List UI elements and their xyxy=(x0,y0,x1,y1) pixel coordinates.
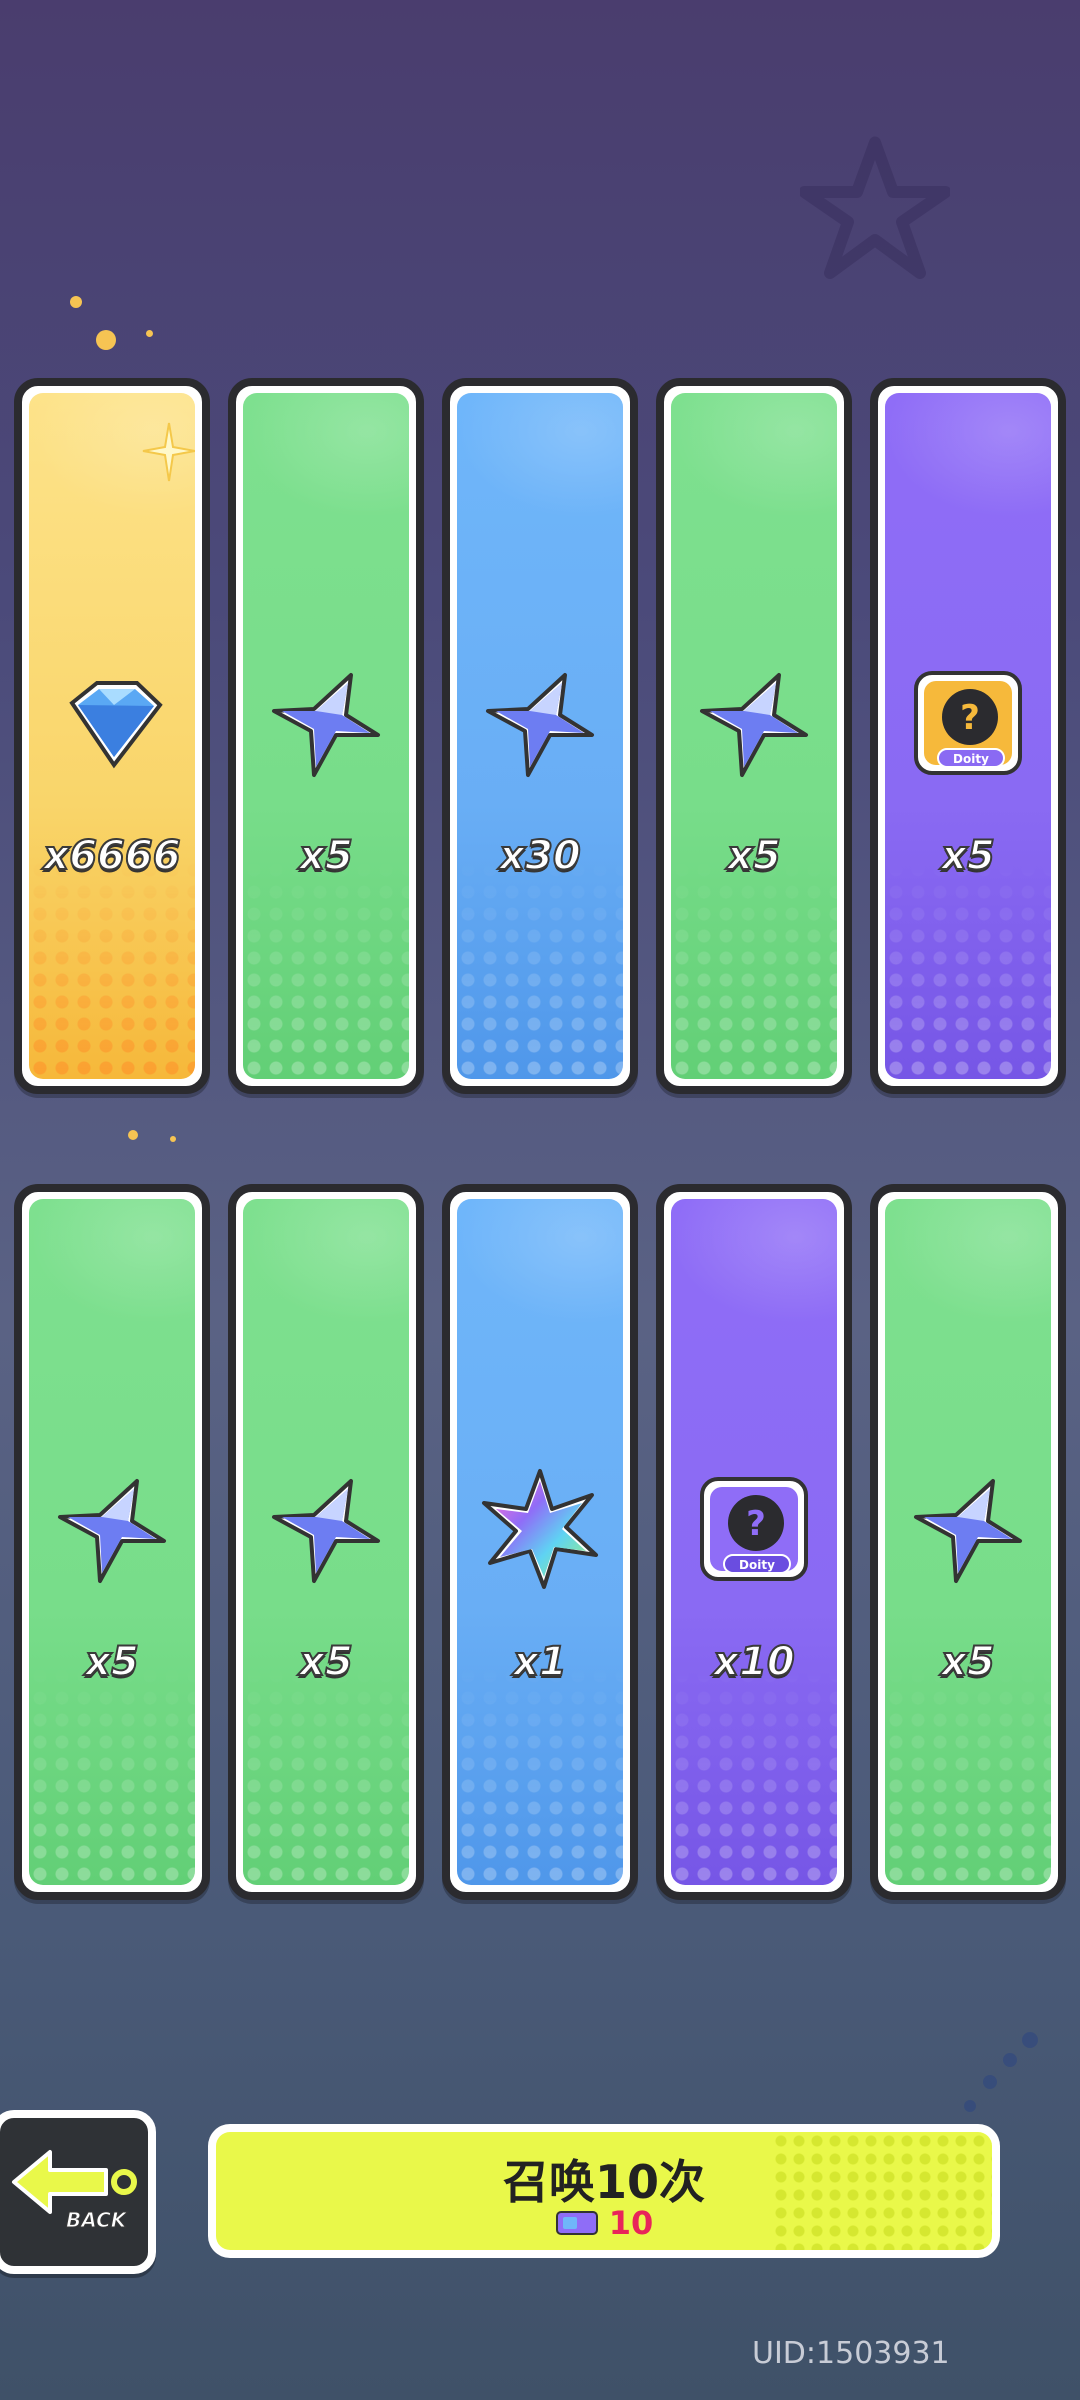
mystery-card-icon: ? Doity xyxy=(914,671,1022,775)
star-shard-icon xyxy=(914,1479,1022,1583)
reward-card[interactable]: x1 xyxy=(442,1184,638,1900)
reward-card[interactable]: x5 xyxy=(656,378,852,1094)
reward-card[interactable]: x5 xyxy=(228,378,424,1094)
mystery-badge-text: Doity xyxy=(953,752,989,766)
mystery-badge-text: Doity xyxy=(739,1558,775,1572)
diamond-icon xyxy=(69,681,163,769)
reward-row-2: x5 x5 x1 ? Doity x10 x5 xyxy=(14,1184,1066,1900)
reward-card[interactable]: ? Doity x10 xyxy=(656,1184,852,1900)
reward-quantity: x5 xyxy=(84,1638,140,1686)
sparkle-dot xyxy=(170,1136,176,1142)
sparkle-dot xyxy=(70,296,82,308)
background-star-icon xyxy=(800,136,950,279)
sparkle-dot xyxy=(146,330,153,337)
reward-card[interactable]: x6666 xyxy=(14,378,210,1094)
star-shard-icon xyxy=(58,1479,166,1583)
back-button[interactable]: BACK xyxy=(0,2110,156,2274)
summon-cost-value: 10 xyxy=(608,2204,654,2242)
reward-card[interactable]: x5 xyxy=(228,1184,424,1900)
summon-10-button[interactable]: 召唤10次 10 xyxy=(208,2124,1000,2258)
back-label: BACK xyxy=(65,2208,127,2233)
reward-quantity: x30 xyxy=(498,832,581,880)
sparkle-dot xyxy=(128,1130,138,1140)
reward-card[interactable]: x30 xyxy=(442,378,638,1094)
reward-card[interactable]: x5 xyxy=(870,1184,1066,1900)
summon-cost: 10 xyxy=(216,2204,992,2242)
star-shard-icon xyxy=(700,673,808,777)
reward-quantity: x5 xyxy=(298,832,354,880)
svg-text:?: ? xyxy=(746,1504,766,1544)
star-shard-icon xyxy=(272,1479,380,1583)
reward-quantity: x10 xyxy=(712,1638,795,1686)
reward-card[interactable]: x5 xyxy=(14,1184,210,1900)
svg-text:?: ? xyxy=(960,698,980,738)
sparkle-icon xyxy=(142,422,195,482)
star-shard-icon xyxy=(272,673,380,777)
reward-quantity: x5 xyxy=(298,1638,354,1686)
star-shard-icon xyxy=(486,673,594,777)
reward-quantity: x5 xyxy=(940,1638,996,1686)
reward-card[interactable]: ? Doity x5 xyxy=(870,378,1066,1094)
reward-quantity: x5 xyxy=(940,832,996,880)
user-id: UID:1503931 xyxy=(752,2336,950,2371)
reward-quantity: x6666 xyxy=(42,832,181,880)
reward-quantity: x5 xyxy=(726,832,782,880)
summon-label: 召唤10次 xyxy=(502,2155,705,2209)
reward-row-1: x6666 x5 x30 x5 ? Doity x5 xyxy=(14,378,1066,1094)
reward-quantity: x1 xyxy=(512,1638,568,1686)
sparkle-dot xyxy=(96,330,116,350)
mystery-card-icon: ? Doity xyxy=(700,1477,808,1581)
ticket-icon xyxy=(555,2211,598,2235)
rainbow-leaf-icon xyxy=(482,1469,598,1589)
